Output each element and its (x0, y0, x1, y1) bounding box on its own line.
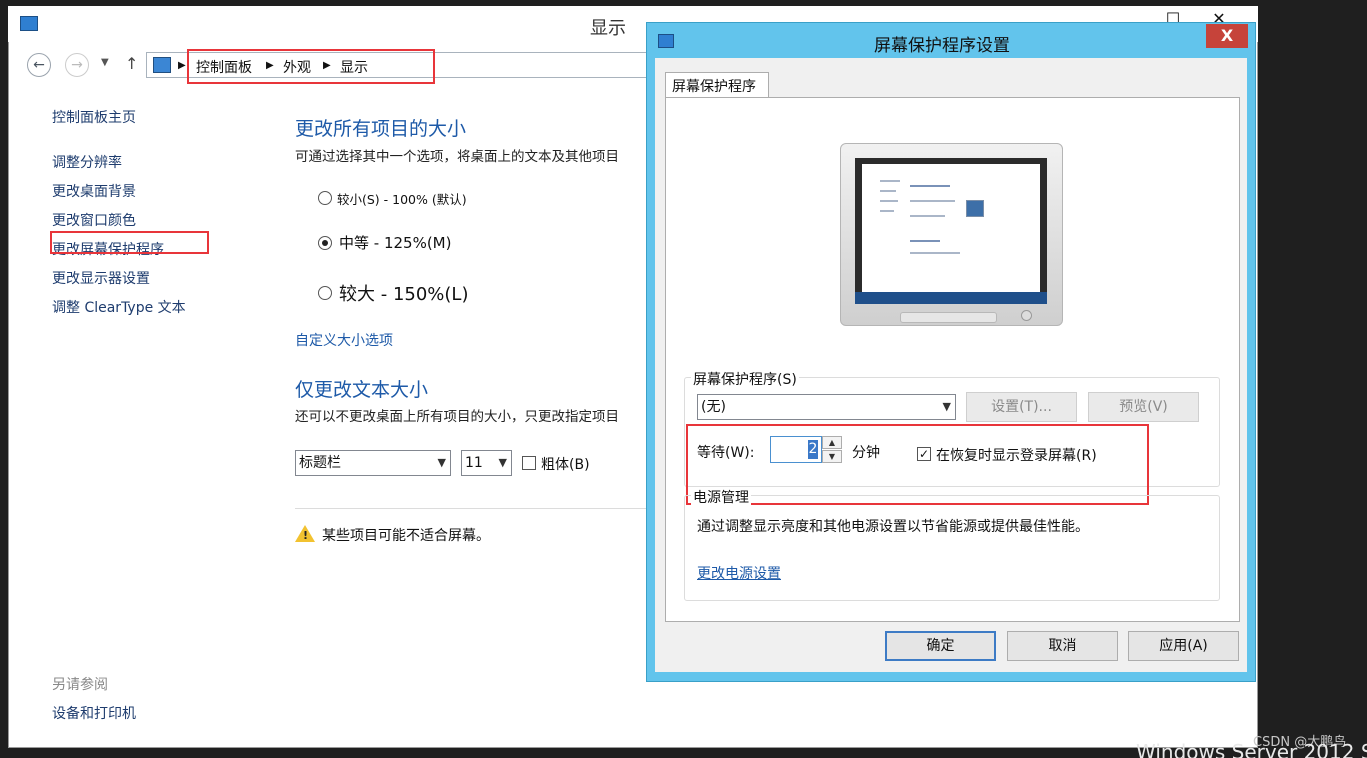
highlight-box-wait (686, 424, 1149, 505)
item-select[interactable]: 标题栏 ▼ (295, 450, 451, 476)
preview-line (880, 190, 896, 192)
cancel-button[interactable]: 取消 (1007, 631, 1118, 661)
radio-small-label[interactable]: 较小(S) - 100% (默认) (337, 189, 467, 208)
desc-text-size: 还可以不更改桌面上所有项目的大小，只更改指定项目 (295, 409, 619, 425)
preview-line (910, 215, 945, 217)
highlight-box-screensaver (50, 231, 209, 254)
up-arrow-icon[interactable]: ↑ (125, 54, 138, 73)
power-description: 通过调整显示亮度和其他电源设置以节省能源或提供最佳性能。 (697, 519, 1089, 535)
power-button-icon (1021, 310, 1032, 321)
apply-button[interactable]: 应用(A) (1128, 631, 1239, 661)
back-button[interactable]: ← (27, 53, 51, 77)
chevron-down-icon: ▼ (437, 456, 446, 469)
chevron-down-icon: ▼ (942, 400, 951, 413)
sidebar-item-resolution[interactable]: 调整分辨率 (52, 152, 122, 172)
settings-button[interactable]: 设置(T)... (966, 392, 1077, 422)
sidebar-item-background[interactable]: 更改桌面背景 (52, 181, 136, 201)
see-also-devices-printers[interactable]: 设备和打印机 (52, 703, 136, 723)
power-group-label: 电源管理 (691, 487, 751, 507)
radio-small[interactable] (318, 191, 332, 205)
item-select-value: 标题栏 (299, 455, 341, 471)
forward-button[interactable]: → (65, 53, 89, 77)
radio-large[interactable] (318, 286, 332, 300)
bold-checkbox[interactable] (522, 456, 536, 470)
warning-text: 某些项目可能不适合屏幕。 (322, 528, 490, 544)
radio-medium-label[interactable]: 中等 - 125%(M) (339, 232, 451, 253)
ok-button[interactable]: 确定 (885, 631, 996, 661)
preview-line (880, 200, 898, 202)
window-title: 显示 (590, 18, 626, 39)
dialog-close-button[interactable]: X (1206, 24, 1248, 48)
desc-change-size: 可通过选择其中一个选项，将桌面上的文本及其他项目 (295, 149, 619, 165)
custom-size-link[interactable]: 自定义大小选项 (295, 330, 393, 350)
app-icon (20, 16, 38, 31)
preview-line (880, 210, 894, 212)
control-panel-icon (153, 57, 171, 73)
monitor-stand (900, 312, 997, 323)
sidebar-item-cleartype[interactable]: 调整 ClearType 文本 (52, 297, 186, 317)
preview-line (880, 180, 900, 182)
bold-label[interactable]: 粗体(B) (541, 454, 590, 474)
size-select-value: 11 (465, 455, 483, 471)
chevron-down-icon: ▼ (498, 456, 507, 469)
sidebar-item-window-color[interactable]: 更改窗口颜色 (52, 210, 136, 230)
dialog-title: 屏幕保护程序设置 (874, 36, 1010, 56)
power-group (684, 495, 1220, 601)
preview-taskbar (855, 292, 1047, 304)
recent-pages-chevron-icon[interactable]: ▼ (101, 57, 109, 68)
radio-medium[interactable] (318, 236, 332, 250)
sidebar-item-display-settings[interactable]: 更改显示器设置 (52, 268, 150, 288)
dialog-app-icon (658, 34, 674, 48)
highlight-box-address (187, 49, 435, 84)
power-settings-link[interactable]: 更改电源设置 (697, 563, 781, 583)
screensaver-select-value: (无) (701, 399, 726, 415)
os-edition-text: Windows Server 2012 Sta (1136, 740, 1367, 758)
size-select[interactable]: 11 ▼ (461, 450, 512, 476)
preview-line (910, 240, 940, 242)
warning-icon-mark: ! (303, 529, 309, 542)
monitor-screen-content (862, 164, 1040, 298)
preview-line (910, 185, 950, 187)
screensaver-group-label: 屏幕保护程序(S) (691, 369, 799, 389)
main-divider (295, 508, 647, 509)
preview-button[interactable]: 预览(V) (1088, 392, 1199, 422)
preview-line (910, 200, 955, 202)
see-also-title: 另请参阅 (52, 677, 108, 693)
tab-screensaver[interactable]: 屏幕保护程序 (665, 72, 769, 98)
radio-large-label[interactable]: 较大 - 150%(L) (339, 280, 468, 306)
preview-mini-dialog (966, 200, 984, 217)
sidebar-home-link[interactable]: 控制面板主页 (52, 107, 136, 127)
breadcrumb-arrow-icon: ▶ (178, 60, 186, 71)
heading-change-size: 更改所有项目的大小 (295, 118, 467, 140)
preview-line (910, 252, 960, 254)
screensaver-select[interactable]: (无) ▼ (697, 394, 956, 420)
heading-text-size: 仅更改文本大小 (295, 379, 429, 401)
